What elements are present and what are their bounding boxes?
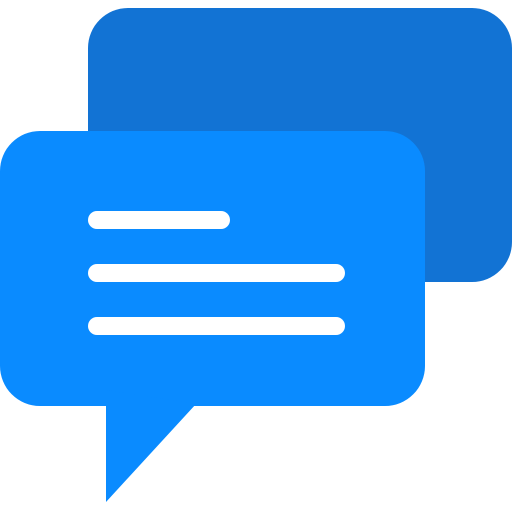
front-bubble-icon: [0, 131, 425, 502]
chat-bubbles-icon: [0, 8, 512, 502]
chat-icon-canvas: [0, 0, 512, 512]
